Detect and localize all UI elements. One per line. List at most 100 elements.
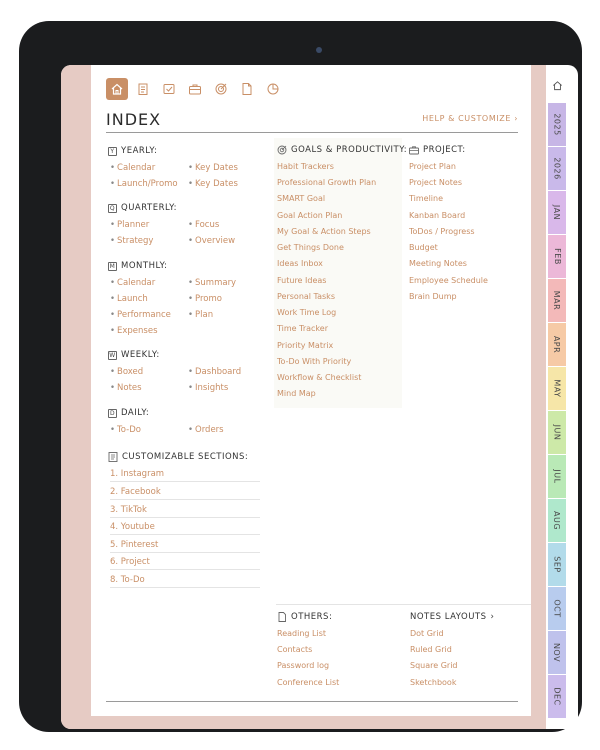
goals-link[interactable]: Future Ideas bbox=[277, 276, 326, 285]
goals-link[interactable]: Professional Growth Plan bbox=[277, 178, 376, 187]
document-icon[interactable] bbox=[236, 78, 258, 100]
tab-dec[interactable]: DEC bbox=[548, 675, 566, 718]
goals-link[interactable]: My Goal & Action Steps bbox=[277, 227, 371, 236]
page-title: INDEX bbox=[106, 110, 162, 129]
project-link[interactable]: ToDos / Progress bbox=[409, 227, 475, 236]
daily-icon: D bbox=[108, 408, 117, 418]
yearly-link[interactable]: • Launch/Promo bbox=[110, 179, 178, 189]
briefcase-icon[interactable] bbox=[184, 78, 206, 100]
monthly-icon: M bbox=[108, 261, 117, 271]
custom-section-link[interactable]: 1. Instagram bbox=[110, 469, 260, 482]
project-link[interactable]: Timeline bbox=[409, 194, 443, 203]
target-icon[interactable] bbox=[210, 78, 232, 100]
tab-aug[interactable]: AUG bbox=[548, 499, 566, 542]
goals-link[interactable]: Time Tracker bbox=[277, 324, 328, 333]
quarterly-title: QUARTERLY: bbox=[121, 203, 178, 213]
goals-link[interactable]: Mind Map bbox=[277, 389, 316, 398]
checkbox-icon[interactable] bbox=[158, 78, 180, 100]
daily-link[interactable]: • To-Do bbox=[110, 425, 141, 435]
goals-link[interactable]: Get Things Done bbox=[277, 243, 344, 252]
tab-label: 2026 bbox=[552, 157, 562, 180]
quarterly-link[interactable]: • Strategy bbox=[110, 236, 153, 246]
yearly-title: YEARLY: bbox=[121, 146, 158, 156]
others-link[interactable]: Contacts bbox=[277, 645, 312, 654]
yearly-link[interactable]: • Key Dates bbox=[188, 179, 238, 189]
quarterly-link[interactable]: • Planner bbox=[110, 220, 149, 230]
tab-2026[interactable]: 2026 bbox=[548, 147, 566, 190]
tab-apr[interactable]: APR bbox=[548, 323, 566, 366]
monthly-link[interactable]: • Expenses bbox=[110, 326, 158, 336]
pie-chart-icon[interactable] bbox=[262, 78, 284, 100]
others-link[interactable]: Conference List bbox=[277, 678, 339, 687]
home-tab[interactable] bbox=[548, 75, 566, 95]
project-title: PROJECT: bbox=[423, 145, 466, 155]
goals-link[interactable]: Work Time Log bbox=[277, 308, 336, 317]
tab-oct[interactable]: OCT bbox=[548, 587, 566, 630]
weekly-heading: W WEEKLY: bbox=[108, 350, 160, 360]
home-icon[interactable] bbox=[106, 78, 128, 100]
goals-link[interactable]: Workflow & Checklist bbox=[277, 373, 361, 382]
tab-2025[interactable]: 2025 bbox=[548, 103, 566, 146]
goals-link[interactable]: Goal Action Plan bbox=[277, 211, 342, 220]
custom-section-link[interactable]: 6. Project bbox=[110, 557, 260, 570]
project-link[interactable]: Meeting Notes bbox=[409, 259, 467, 268]
tab-jul[interactable]: JUL bbox=[548, 455, 566, 498]
notes-layouts-heading[interactable]: NOTES LAYOUTS › bbox=[410, 612, 494, 622]
daily-link[interactable]: • Orders bbox=[188, 425, 224, 435]
others-heading: OTHERS: bbox=[277, 612, 332, 622]
monthly-link[interactable]: • Plan bbox=[188, 310, 213, 320]
tab-nov[interactable]: NOV bbox=[548, 631, 566, 674]
weekly-link[interactable]: • Insights bbox=[188, 383, 228, 393]
notes-layout-link[interactable]: Sketchbook bbox=[410, 678, 456, 687]
others-link[interactable]: Password log bbox=[277, 661, 329, 670]
custom-section-link[interactable]: 2. Facebook bbox=[110, 487, 260, 500]
notes-layout-link[interactable]: Ruled Grid bbox=[410, 645, 452, 654]
quarterly-link[interactable]: • Focus bbox=[188, 220, 219, 230]
tab-label: MAR bbox=[552, 290, 562, 311]
monthly-link[interactable]: • Launch bbox=[110, 294, 148, 304]
custom-section-link[interactable]: 3. TikTok bbox=[110, 505, 260, 518]
weekly-link[interactable]: • Boxed bbox=[110, 367, 143, 377]
notes-icon[interactable] bbox=[132, 78, 154, 100]
tab-jun[interactable]: JUN bbox=[548, 411, 566, 454]
tab-mar[interactable]: MAR bbox=[548, 279, 566, 322]
tab-may[interactable]: MAY bbox=[548, 367, 566, 410]
yearly-link[interactable]: • Key Dates bbox=[188, 163, 238, 173]
tab-feb[interactable]: FEB bbox=[548, 235, 566, 278]
notes-layouts-title: NOTES LAYOUTS bbox=[410, 612, 487, 622]
notes-layout-link[interactable]: Dot Grid bbox=[410, 629, 444, 638]
weekly-link[interactable]: • Notes bbox=[110, 383, 142, 393]
daily-title: DAILY: bbox=[121, 408, 150, 418]
monthly-link[interactable]: • Performance bbox=[110, 310, 171, 320]
goals-link[interactable]: Ideas Inbox bbox=[277, 259, 323, 268]
monthly-title: MONTHLY: bbox=[121, 261, 168, 271]
project-link[interactable]: Project Notes bbox=[409, 178, 462, 187]
project-link[interactable]: Brain Dump bbox=[409, 292, 457, 301]
tab-jan[interactable]: JAN bbox=[548, 191, 566, 234]
notes-layout-link[interactable]: Square Grid bbox=[410, 661, 458, 670]
custom-section-link[interactable]: 5. Pinterest bbox=[110, 540, 260, 553]
custom-section-link[interactable]: 4. Youtube bbox=[110, 522, 260, 535]
monthly-link[interactable]: • Promo bbox=[188, 294, 222, 304]
planner-cover-bottom bbox=[61, 716, 546, 729]
goals-link[interactable]: Habit Trackers bbox=[277, 162, 334, 171]
project-link[interactable]: Employee Schedule bbox=[409, 276, 488, 285]
custom-section-link[interactable]: 8. To-Do bbox=[110, 575, 260, 588]
monthly-link[interactable]: • Calendar bbox=[110, 278, 155, 288]
goals-link[interactable]: To-Do With Priority bbox=[277, 357, 351, 366]
quarterly-link[interactable]: • Overview bbox=[188, 236, 235, 246]
project-link[interactable]: Project Plan bbox=[409, 162, 456, 171]
tab-sep[interactable]: SEP bbox=[548, 543, 566, 586]
help-customize-link[interactable]: HELP & CUSTOMIZE › bbox=[422, 114, 518, 123]
others-link[interactable]: Reading List bbox=[277, 629, 326, 638]
goals-link[interactable]: Priority Matrix bbox=[277, 341, 333, 350]
yearly-link[interactable]: • Calendar bbox=[110, 163, 155, 173]
goals-link[interactable]: Personal Tasks bbox=[277, 292, 335, 301]
project-link[interactable]: Budget bbox=[409, 243, 438, 252]
goals-link[interactable]: SMART Goal bbox=[277, 194, 325, 203]
project-link[interactable]: Kanban Board bbox=[409, 211, 465, 220]
yearly-heading: Y YEARLY: bbox=[108, 146, 157, 156]
monthly-link[interactable]: • Summary bbox=[188, 278, 236, 288]
tab-label: MAY bbox=[552, 379, 562, 398]
weekly-link[interactable]: • Dashboard bbox=[188, 367, 241, 377]
